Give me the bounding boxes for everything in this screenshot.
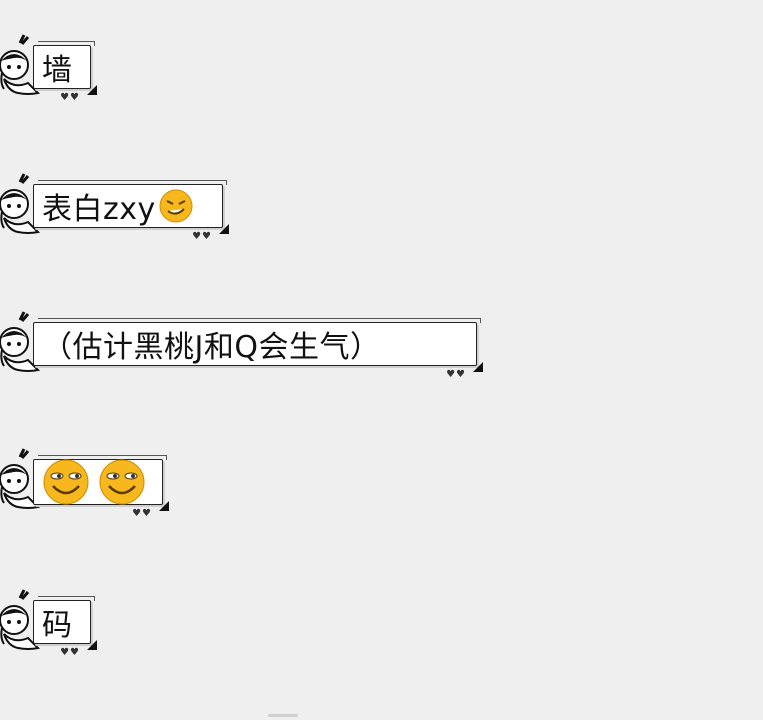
scroll-indicator: [268, 714, 298, 717]
message-bubble[interactable]: 墙 ♥♥: [33, 41, 97, 103]
corner-mark: [159, 501, 169, 511]
message-text: 墙: [42, 53, 73, 88]
sly-smile-emoji-icon: [43, 459, 89, 505]
hearts-icon: ♥♥: [192, 231, 212, 242]
sly-smile-emoji-icon: [99, 459, 145, 505]
message-text: 表白zxy: [42, 192, 156, 227]
corner-mark: [87, 85, 97, 95]
message-bubble[interactable]: （估计黑桃J和Q会生气） ♥♥: [33, 318, 483, 380]
hearts-icon: ♥♥: [60, 647, 80, 658]
message-bubble[interactable]: 表白zxy ♥♥: [33, 180, 229, 242]
hearts-icon: ♥♥: [60, 92, 80, 103]
corner-mark: [87, 640, 97, 650]
hearts-icon: ♥♥: [446, 369, 466, 380]
chat-area: 墙 ♥♥ 表白zxy ♥♥ （估计黑桃J和Q会生气） ♥♥ ♥♥ 码 ♥♥: [0, 0, 763, 720]
message-bubble[interactable]: ♥♥: [33, 455, 169, 519]
corner-mark: [219, 224, 229, 234]
corner-mark: [473, 362, 483, 372]
message-text: （估计黑桃J和Q会生气）: [42, 330, 381, 365]
smirk-emoji-icon: [159, 189, 193, 223]
message-bubble[interactable]: 码 ♥♥: [33, 596, 97, 658]
hearts-icon: ♥♥: [132, 508, 152, 519]
message-text: 码: [42, 608, 73, 643]
